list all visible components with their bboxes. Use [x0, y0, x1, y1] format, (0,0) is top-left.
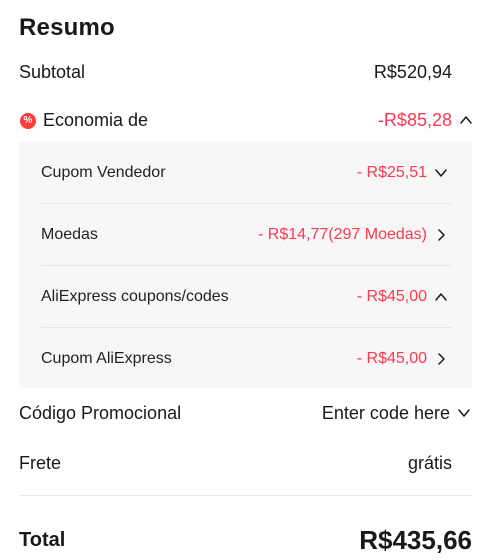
discount-badge-icon: % [20, 113, 36, 129]
discount-item-coins[interactable]: Moedas - R$14,77(297 Moedas) [39, 204, 472, 266]
discount-item-value: - R$25,51 [356, 164, 427, 181]
chevron-down-icon[interactable] [456, 405, 472, 421]
shipping-row: Frete grátis [19, 449, 472, 477]
chevron-right-icon[interactable] [433, 351, 449, 367]
discount-item-label: Cupom AliExpress [41, 350, 172, 367]
chevron-down-icon[interactable] [433, 165, 449, 181]
discount-item-label: Cupom Vendedor [41, 164, 166, 181]
discount-item-value: - R$14,77(297 Moedas) [258, 226, 427, 243]
promo-code-row[interactable]: Código Promocional Enter code here [19, 399, 472, 427]
savings-toggle[interactable]: % Economia de -R$85,28 [19, 106, 472, 134]
discount-item-label: Moedas [41, 226, 98, 243]
savings-label: Economia de [43, 110, 149, 130]
discount-item-value: - R$45,00 [356, 288, 427, 305]
promo-code-input[interactable]: Enter code here [322, 399, 450, 427]
shipping-value: grátis [407, 453, 452, 473]
total-label: Total [19, 529, 66, 551]
total-row: Total R$435,66 [19, 524, 472, 556]
shipping-label: Frete [19, 453, 62, 473]
subtotal-value: R$520,94 [373, 62, 452, 82]
chevron-right-icon[interactable] [433, 227, 449, 243]
savings-value: -R$85,28 [377, 110, 452, 130]
discount-item-label: AliExpress coupons/codes [41, 288, 229, 305]
chevron-up-icon[interactable] [433, 289, 449, 305]
summary-title: Resumo [19, 14, 115, 41]
discount-breakdown-panel: Cupom Vendedor - R$25,51 Moedas - R$14,7… [19, 142, 472, 388]
promo-code-label: Código Promocional [19, 403, 182, 423]
total-value: R$435,66 [359, 525, 472, 555]
divider [19, 495, 472, 496]
subtotal-row: Subtotal R$520,94 [19, 58, 472, 86]
chevron-up-icon[interactable] [458, 112, 474, 128]
discount-item-aliexpress-codes[interactable]: AliExpress coupons/codes - R$45,00 [39, 266, 472, 328]
discount-item-seller-coupon[interactable]: Cupom Vendedor - R$25,51 [39, 142, 472, 204]
discount-item-value: - R$45,00 [356, 350, 427, 367]
discount-item-aliexpress-coupon[interactable]: Cupom AliExpress - R$45,00 [39, 328, 472, 390]
subtotal-label: Subtotal [19, 62, 86, 82]
